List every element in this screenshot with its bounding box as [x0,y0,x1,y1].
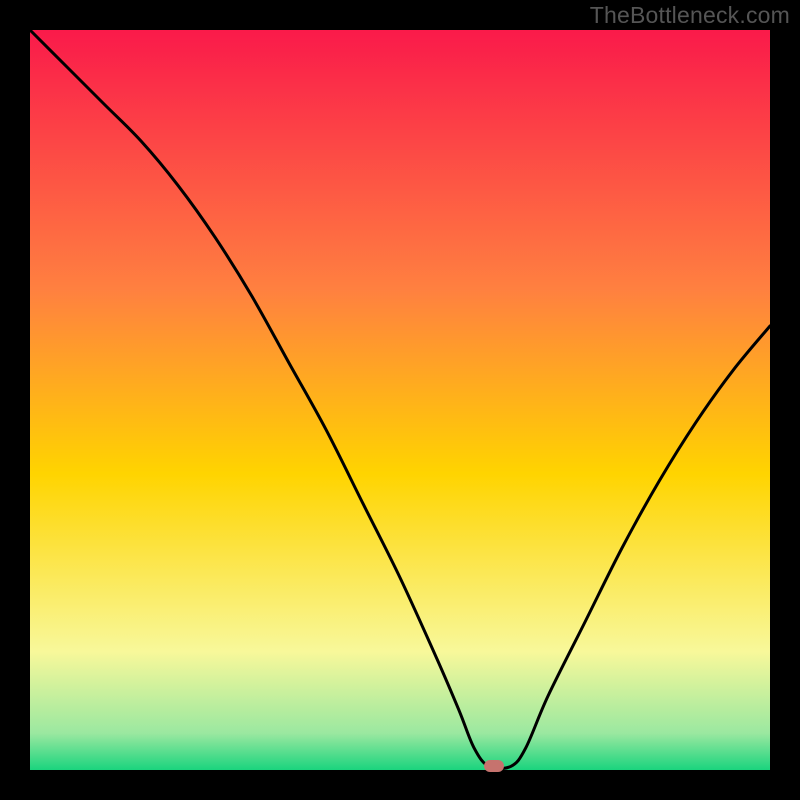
optimal-marker [484,760,504,772]
chart-stage: TheBottleneck.com [0,0,800,800]
plot-svg [0,0,800,800]
watermark-label: TheBottleneck.com [590,2,790,29]
